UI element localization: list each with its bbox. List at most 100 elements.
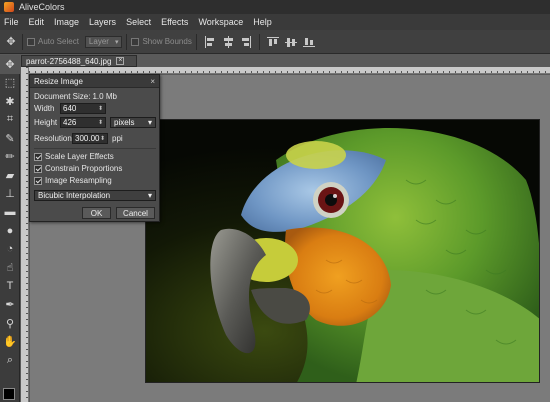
resize-image-dialog: Resize Image × Document Size: 1.0 Mb Wid… [29, 74, 160, 222]
spinner-arrows-icon[interactable]: ⬍ [98, 119, 103, 126]
blur-tool-icon[interactable]: ● [0, 222, 20, 241]
pencil-tool-icon[interactable]: ✏ [0, 148, 20, 167]
eraser-tool-icon[interactable]: ▰ [0, 166, 20, 185]
document-tab-title: parrot-2756488_640.jpg [26, 56, 112, 66]
resolution-label: Resolution [34, 134, 72, 143]
move-tool-icon[interactable]: ✥ [0, 55, 20, 74]
chevron-down-icon: ▾ [147, 118, 152, 127]
scale-layer-effects-label: Scale Layer Effects [45, 152, 114, 161]
eyedropper-tool-icon[interactable]: ⚲ [0, 314, 20, 333]
document-size-row: Document Size: 1.0 Mb [34, 92, 117, 101]
height-row: Height 426 ⬍ pixels ▾ [34, 117, 156, 128]
interpolation-row: Bicubic Interpolation ▾ [34, 190, 156, 201]
scale-layer-effects-box[interactable] [34, 152, 42, 161]
spinner-arrows-icon[interactable]: ⬍ [98, 105, 103, 112]
menu-image[interactable]: Image [54, 17, 79, 27]
pen-tool-icon[interactable]: ✒ [0, 296, 20, 315]
layer-select-combo[interactable]: Layer ▾ [84, 35, 123, 48]
smudge-tool-icon[interactable]: ☝ [0, 259, 20, 278]
crop-tool-icon[interactable]: ⌗ [0, 111, 20, 130]
parrot-illustration [146, 120, 539, 382]
constrain-proportions-label: Constrain Proportions [45, 164, 123, 173]
show-bounds-box[interactable] [131, 37, 140, 46]
menu-effects[interactable]: Effects [161, 17, 188, 27]
auto-select-checkbox[interactable]: Auto Select [27, 37, 79, 46]
dodge-tool-icon[interactable]: ◔ [0, 240, 20, 259]
chevron-down-icon: ▾ [114, 38, 119, 46]
image-resampling-checkbox[interactable]: Image Resampling [34, 176, 112, 185]
separator [22, 33, 23, 50]
parrot-image [145, 119, 540, 383]
height-label: Height [34, 118, 58, 127]
hand-tool-icon[interactable]: ✋ [0, 333, 20, 352]
width-row: Width 640 ⬍ [34, 103, 106, 114]
stamp-tool-icon[interactable]: ⊥ [0, 185, 20, 204]
fill-tool-icon[interactable]: ▬ [0, 203, 20, 222]
constrain-proportions-box[interactable] [34, 164, 42, 173]
app-title: AliveColors [19, 2, 65, 12]
separator [258, 33, 260, 50]
app-logo-icon [4, 2, 14, 12]
menu-select[interactable]: Select [126, 17, 151, 27]
scale-layer-effects-checkbox[interactable]: Scale Layer Effects [34, 152, 114, 161]
width-value: 640 [63, 104, 77, 113]
horizontal-ruler [29, 67, 550, 74]
auto-select-label: Auto Select [38, 37, 79, 46]
align-left-icon[interactable] [204, 35, 216, 48]
auto-select-box[interactable] [27, 37, 35, 46]
align-center-v-icon[interactable] [284, 36, 297, 48]
resolution-value: 300.00 [75, 134, 100, 143]
unit-select[interactable]: pixels ▾ [110, 117, 156, 128]
menu-file[interactable]: File [4, 17, 19, 27]
show-bounds-checkbox[interactable]: Show Bounds [131, 37, 192, 46]
dialog-title: Resize Image [34, 76, 83, 86]
brush-tool-icon[interactable]: ✎ [0, 129, 20, 148]
show-bounds-label: Show Bounds [142, 37, 192, 46]
align-bottom-icon[interactable] [302, 36, 315, 48]
resolution-spinbox[interactable]: 300.00 ⬍ [72, 133, 108, 144]
dialog-title-bar[interactable]: Resize Image × [30, 75, 159, 88]
menu-bar: File Edit Image Layers Select Effects Wo… [0, 14, 550, 30]
move-tool-icon[interactable]: ✥ [4, 35, 18, 49]
vertical-ruler [21, 67, 29, 402]
interpolation-value: Bicubic Interpolation [38, 191, 111, 200]
unit-value: pixels [114, 118, 135, 127]
menu-edit[interactable]: Edit [29, 17, 45, 27]
constrain-proportions-checkbox[interactable]: Constrain Proportions [34, 164, 122, 173]
close-tab-icon[interactable]: × [116, 57, 125, 65]
image-resampling-box[interactable] [34, 176, 42, 185]
align-center-h-icon[interactable] [222, 35, 234, 48]
close-icon[interactable]: × [150, 77, 155, 86]
spinner-arrows-icon[interactable]: ⬍ [100, 135, 105, 142]
divider [34, 148, 156, 149]
height-spinbox[interactable]: 426 ⬍ [60, 117, 106, 128]
menu-workspace[interactable]: Workspace [198, 17, 243, 27]
title-bar: AliveColors [0, 0, 550, 14]
width-spinbox[interactable]: 640 ⬍ [60, 103, 106, 114]
text-tool-icon[interactable]: T [0, 277, 20, 296]
cancel-button[interactable]: Cancel [116, 207, 155, 219]
height-value: 426 [63, 118, 77, 127]
width-label: Width [34, 104, 55, 113]
zoom-tool-icon[interactable]: ⌕ [0, 351, 20, 370]
resolution-row: Resolution 300.00 ⬍ ppi [34, 133, 123, 144]
menu-layers[interactable]: Layers [89, 17, 116, 27]
options-bar: ✥ Auto Select Layer ▾ Show Bounds [0, 30, 550, 54]
chevron-down-icon: ▾ [147, 191, 152, 200]
separator [195, 33, 197, 50]
document-size-label: Document Size: [34, 92, 91, 101]
document-size-value: 1.0 Mb [92, 92, 117, 101]
document-tab[interactable]: parrot-2756488_640.jpg × [21, 55, 137, 67]
foreground-color-swatch[interactable] [3, 388, 15, 400]
align-top-icon[interactable] [266, 36, 279, 48]
image-resampling-label: Image Resampling [45, 176, 112, 185]
separator [126, 33, 128, 50]
align-right-icon[interactable] [240, 35, 252, 48]
magic-wand-tool-icon[interactable]: ✱ [0, 92, 20, 111]
resolution-unit: ppi [112, 134, 123, 143]
ok-button[interactable]: OK [82, 207, 111, 219]
menu-help[interactable]: Help [253, 17, 272, 27]
marquee-tool-icon[interactable]: ⬚ [0, 74, 20, 93]
interpolation-select[interactable]: Bicubic Interpolation ▾ [34, 190, 156, 201]
layer-combo-value: Layer [88, 37, 109, 46]
